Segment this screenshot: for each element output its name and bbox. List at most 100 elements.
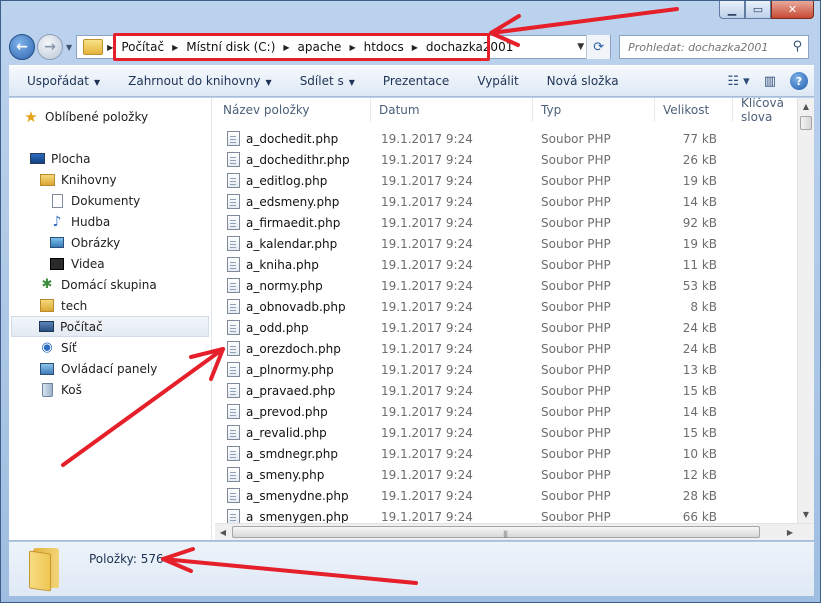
file-name-cell: a_smeny.php bbox=[215, 467, 375, 482]
column-header-type[interactable]: Typ bbox=[533, 98, 655, 122]
file-row[interactable]: a_plnormy.php 19.1.2017 9:24 Soubor PHP 13 … bbox=[215, 359, 798, 380]
file-row[interactable]: a_kalendar.php 19.1.2017 9:24 Soubor PHP 19… bbox=[215, 233, 798, 254]
file-type: Soubor PHP bbox=[541, 509, 611, 524]
sidebar-item-recycle-bin[interactable]: Koš bbox=[39, 379, 239, 400]
horizontal-scrollbar[interactable]: ◀ ||| ▶ bbox=[215, 523, 814, 540]
file-row[interactable]: a_normy.php 19.1.2017 9:24 Soubor PHP 53 kB bbox=[215, 275, 798, 296]
file-size: 92 kB bbox=[682, 215, 717, 230]
file-row[interactable]: a_dochedithr.php 19.1.2017 9:24 Soubor PHP… bbox=[215, 149, 798, 170]
homegroup-icon: ✱ bbox=[41, 277, 53, 292]
file-row[interactable]: a_smenydne.php 19.1.2017 9:24 Soubor PHP 28… bbox=[215, 485, 798, 506]
forward-button[interactable]: → bbox=[37, 34, 63, 60]
file-date: 19.1.2017 9:24 bbox=[381, 278, 473, 293]
file-row[interactable]: a_revalid.php 19.1.2017 9:24 Soubor PHP 15 … bbox=[215, 422, 798, 443]
sidebar-item-network[interactable]: ◉ Síť bbox=[39, 337, 239, 358]
file-row[interactable]: a_obnovadb.php 19.1.2017 9:24 Soubor PHP 8 … bbox=[215, 296, 798, 317]
file-name-cell: a_edsmeny.php bbox=[215, 194, 375, 209]
pictures-icon bbox=[49, 236, 65, 250]
file-type: Soubor PHP bbox=[541, 488, 611, 503]
sidebar-item-computer[interactable]: Počítač bbox=[11, 316, 209, 337]
column-header-size[interactable]: Velikost bbox=[655, 98, 733, 122]
explorer-window: ▁ ▭ ✕ ← → ▼ ▶ Počítač ▶ Místní disk (C:)… bbox=[0, 0, 821, 603]
close-button[interactable]: ✕ bbox=[771, 1, 814, 19]
php-file-icon bbox=[227, 131, 240, 146]
new-folder-button[interactable]: Nová složka bbox=[547, 74, 619, 88]
sidebar-item-label: Síť bbox=[61, 340, 77, 355]
sidebar-item-control-panel[interactable]: Ovládací panely bbox=[39, 358, 239, 379]
share-menu[interactable]: Sdílet s ▼ bbox=[300, 74, 355, 88]
php-file-icon bbox=[227, 173, 240, 188]
file-type: Soubor PHP bbox=[541, 173, 611, 188]
horizontal-scroll-thumb[interactable]: ||| bbox=[232, 526, 760, 538]
minimize-button[interactable]: ▁ bbox=[719, 1, 745, 19]
file-size: 15 kB bbox=[682, 425, 717, 440]
sidebar-item-label: Plocha bbox=[51, 151, 91, 166]
file-date: 19.1.2017 9:24 bbox=[381, 425, 473, 440]
file-row[interactable]: a_smeny.php 19.1.2017 9:24 Soubor PHP 12 kB bbox=[215, 464, 798, 485]
scroll-down-icon[interactable]: ▼ bbox=[798, 506, 814, 523]
sidebar-item-tech[interactable]: tech bbox=[39, 295, 239, 316]
column-header-name[interactable]: Název položky bbox=[215, 98, 371, 122]
file-name-cell: a_plnormy.php bbox=[215, 362, 375, 377]
sidebar-item-homegroup[interactable]: ✱ Domácí skupina bbox=[39, 274, 239, 295]
search-box[interactable]: ⚲ bbox=[619, 35, 810, 59]
recent-pages-dropdown[interactable]: ▼ bbox=[66, 43, 72, 52]
maximize-button[interactable]: ▭ bbox=[745, 1, 771, 19]
file-row[interactable]: a_pravaed.php 19.1.2017 9:24 Soubor PHP 15 … bbox=[215, 380, 798, 401]
sidebar-item-favorites[interactable]: ★ Oblíbené položky bbox=[23, 106, 223, 127]
sidebar-item-libraries[interactable]: Knihovny bbox=[39, 169, 239, 190]
scroll-left-icon[interactable]: ◀ bbox=[215, 524, 231, 540]
file-name-cell: a_smenygen.php bbox=[215, 509, 375, 524]
file-name: a_editlog.php bbox=[246, 173, 328, 188]
file-row[interactable]: a_editlog.php 19.1.2017 9:24 Soubor PHP 19 … bbox=[215, 170, 798, 191]
details-pane: Položky: 576 bbox=[9, 541, 814, 596]
vertical-scroll-thumb[interactable] bbox=[800, 116, 812, 130]
sidebar-item-label: Koš bbox=[61, 382, 82, 397]
search-icon[interactable]: ⚲ bbox=[793, 39, 803, 54]
php-file-icon bbox=[227, 509, 240, 524]
burn-button[interactable]: Vypálit bbox=[477, 74, 518, 88]
organize-label: Uspořádat bbox=[27, 74, 89, 88]
file-name-cell: a_obnovadb.php bbox=[215, 299, 375, 314]
sidebar-item-label: tech bbox=[61, 298, 88, 313]
file-size: 8 kB bbox=[690, 299, 717, 314]
refresh-button[interactable]: ⟳ bbox=[586, 35, 611, 59]
back-button[interactable]: ← bbox=[9, 34, 35, 60]
file-row[interactable]: a_firmaedit.php 19.1.2017 9:24 Soubor PHP 9… bbox=[215, 212, 798, 233]
file-row[interactable]: a_odd.php 19.1.2017 9:24 Soubor PHP 24 kB bbox=[215, 317, 798, 338]
search-input[interactable] bbox=[628, 40, 789, 54]
music-icon: ♪ bbox=[52, 213, 62, 230]
file-name: a_kalendar.php bbox=[246, 236, 338, 251]
file-row[interactable]: a_edsmeny.php 19.1.2017 9:24 Soubor PHP 14 … bbox=[215, 191, 798, 212]
vertical-scrollbar[interactable]: ▲ ▼ bbox=[797, 98, 814, 523]
sidebar-item-desktop[interactable]: Plocha bbox=[29, 148, 229, 169]
scroll-up-icon[interactable]: ▲ bbox=[798, 98, 814, 115]
file-row[interactable]: a_smdnegr.php 19.1.2017 9:24 Soubor PHP 10 … bbox=[215, 443, 798, 464]
file-row[interactable]: a_prevod.php 19.1.2017 9:24 Soubor PHP 14 k… bbox=[215, 401, 798, 422]
php-file-icon bbox=[227, 488, 240, 503]
preview-pane-icon[interactable]: ▥ bbox=[764, 74, 776, 89]
file-row[interactable]: a_dochedit.php 19.1.2017 9:24 Soubor PHP 77… bbox=[215, 128, 798, 149]
file-size: 77 kB bbox=[682, 131, 717, 146]
address-dropdown-icon[interactable]: ▼ bbox=[577, 42, 584, 52]
organize-menu[interactable]: Uspořádat ▼ bbox=[27, 74, 100, 88]
file-name: a_smenydne.php bbox=[246, 488, 349, 503]
navigation-pane: ★ Oblíbené položky Plocha Knihovny Dokum… bbox=[9, 98, 212, 540]
file-size: 10 kB bbox=[682, 446, 717, 461]
file-date: 19.1.2017 9:24 bbox=[381, 194, 473, 209]
scroll-right-icon[interactable]: ▶ bbox=[782, 524, 798, 540]
file-row[interactable]: a_orezdoch.php 19.1.2017 9:24 Soubor PHP 24… bbox=[215, 338, 798, 359]
view-options-icon[interactable]: ☷ ▾ bbox=[727, 74, 749, 89]
include-library-menu[interactable]: Zahrnout do knihovny ▼ bbox=[128, 74, 272, 88]
file-size: 53 kB bbox=[682, 278, 717, 293]
file-type: Soubor PHP bbox=[541, 320, 611, 335]
file-date: 19.1.2017 9:24 bbox=[381, 341, 473, 356]
help-icon[interactable]: ? bbox=[790, 72, 808, 90]
file-row[interactable]: a_kniha.php 19.1.2017 9:24 Soubor PHP 11 kB bbox=[215, 254, 798, 275]
file-name: a_plnormy.php bbox=[246, 362, 334, 377]
file-name: a_odd.php bbox=[246, 320, 309, 335]
column-header-date[interactable]: Datum bbox=[371, 98, 533, 122]
slideshow-button[interactable]: Prezentace bbox=[383, 74, 449, 88]
file-name: a_dochedit.php bbox=[246, 131, 339, 146]
php-file-icon bbox=[227, 215, 240, 230]
